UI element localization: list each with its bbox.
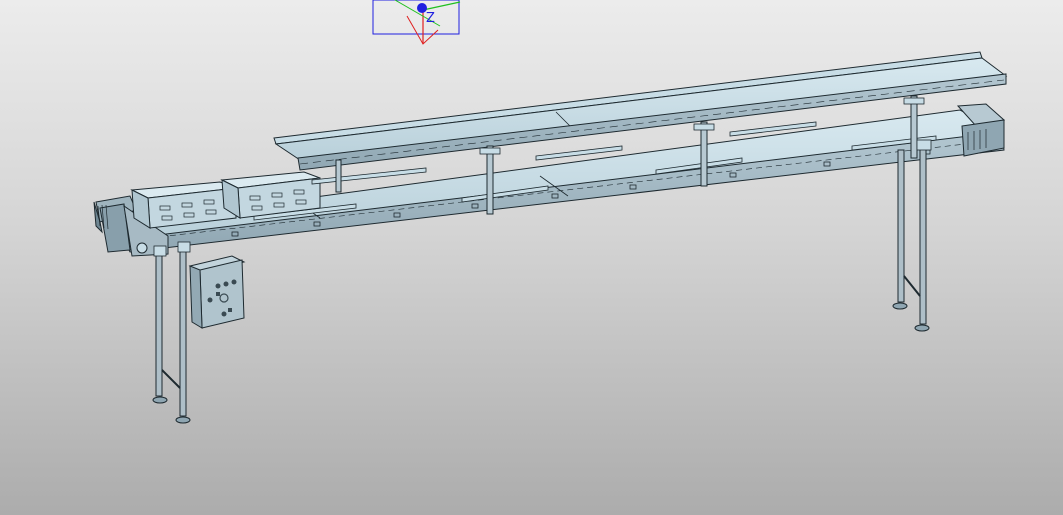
leg-post <box>897 149 905 303</box>
leveling-foot <box>892 302 908 310</box>
leg-cross-brace <box>903 275 921 297</box>
triad-z-label: Z <box>426 11 435 26</box>
control-box[interactable] <box>188 255 246 329</box>
leveling-foot <box>175 416 191 424</box>
coordinate-triad[interactable]: Z <box>372 0 461 45</box>
leg-post <box>179 249 187 417</box>
leg-bracket <box>153 245 167 257</box>
leveling-foot <box>914 324 930 332</box>
leg-bracket <box>177 241 191 253</box>
motor-shaft-icon <box>136 242 148 254</box>
control-box-side <box>189 265 203 329</box>
leg-post <box>919 147 927 325</box>
cad-scene[interactable]: Z <box>0 0 1063 515</box>
leg-post <box>155 251 163 397</box>
leg-cross-brace <box>161 369 181 389</box>
leg-bracket <box>916 139 932 151</box>
triad-y-axis <box>422 1 461 11</box>
left-leg-stand[interactable] <box>152 241 191 424</box>
leveling-foot <box>152 396 168 404</box>
right-leg-stand[interactable] <box>892 139 932 332</box>
3d-viewport[interactable]: Z <box>0 0 1063 515</box>
guide-strip <box>311 167 427 185</box>
